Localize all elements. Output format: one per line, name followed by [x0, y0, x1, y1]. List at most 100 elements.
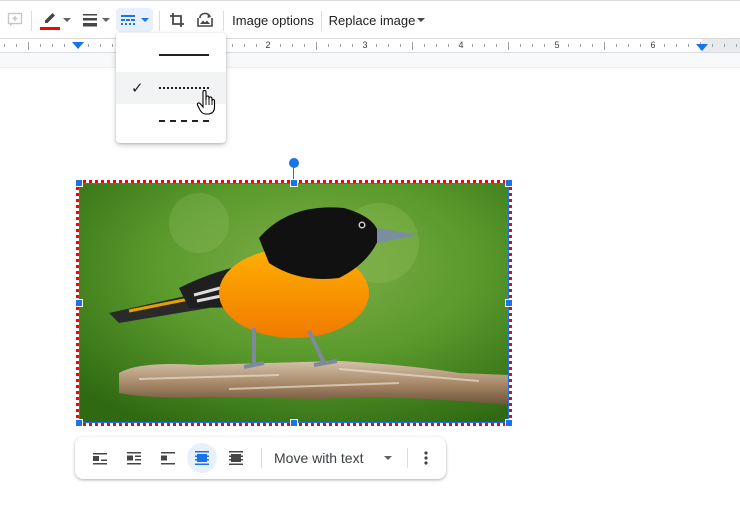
- ruler-tick: [472, 44, 473, 47]
- wrap-inline-icon: [93, 453, 107, 465]
- wrap-text-icon: [127, 452, 141, 465]
- ruler-tick: [568, 44, 569, 47]
- chevron-down-icon: [102, 18, 110, 22]
- resize-handle-bottom[interactable]: [290, 419, 298, 427]
- ruler-tick: [112, 44, 113, 47]
- break-text-button[interactable]: [153, 443, 183, 473]
- border-color-button[interactable]: [38, 8, 72, 32]
- left-indent-marker[interactable]: [72, 42, 84, 49]
- wrap-text-button[interactable]: [119, 443, 149, 473]
- position-dropdown-label[interactable]: Move with text: [274, 450, 363, 466]
- horizontal-ruler[interactable]: 2 3 4 5 6: [0, 38, 740, 53]
- resize-handle-left[interactable]: [75, 299, 83, 307]
- selection-outline: [79, 183, 509, 423]
- add-comment-icon: [7, 12, 23, 27]
- ruler-tick: [40, 44, 41, 47]
- border-weight-button[interactable]: [80, 8, 112, 32]
- image-toolbar-top: Image options Replace image: [0, 0, 740, 38]
- ruler-tick: [280, 44, 281, 47]
- ruler-number: 6: [650, 40, 656, 50]
- image-options-label: Image options: [232, 12, 314, 28]
- resize-handle-top[interactable]: [290, 179, 298, 187]
- ruler-tick: [64, 44, 65, 47]
- resize-handle-right[interactable]: [505, 299, 513, 307]
- dash-option-solid[interactable]: [116, 39, 226, 71]
- ruler-tick: [256, 44, 257, 47]
- resize-handle-bottom-right[interactable]: [505, 419, 513, 427]
- resize-handle-bottom-left[interactable]: [75, 419, 83, 427]
- ruler-tick: [316, 42, 317, 50]
- ruler-tick: [424, 44, 425, 47]
- ruler-tick: [736, 44, 737, 47]
- ruler-tick: [340, 44, 341, 47]
- ruler-bottom-band: [0, 53, 740, 68]
- ruler-tick: [400, 44, 401, 47]
- ruler-tick: [484, 44, 485, 47]
- border-dash-button[interactable]: [116, 8, 153, 32]
- replace-image-button[interactable]: Replace image: [328, 8, 426, 32]
- image-options-button[interactable]: Image options: [230, 8, 316, 32]
- ruler-tick: [244, 44, 245, 47]
- ruler-tick: [304, 44, 305, 47]
- ruler-tick: [676, 44, 677, 47]
- ruler-tick: [688, 44, 689, 47]
- resize-handle-top-left[interactable]: [75, 179, 83, 187]
- ruler-tick: [580, 44, 581, 47]
- ruler-tick: [724, 44, 725, 47]
- crop-icon: [170, 13, 184, 27]
- chevron-down-icon: [141, 18, 149, 22]
- break-text-icon: [161, 452, 175, 465]
- resize-handle-top-right[interactable]: [505, 179, 513, 187]
- line-dash-icon: [121, 15, 135, 25]
- more-vert-icon: [424, 451, 428, 465]
- line-weight-icon: [83, 14, 97, 27]
- ruler-tick: [664, 44, 665, 47]
- pencil-icon: [45, 13, 55, 23]
- ruler-tick: [52, 44, 53, 47]
- ruler-tick: [604, 42, 605, 50]
- ruler-tick: [28, 42, 29, 50]
- ruler-tick: [352, 44, 353, 47]
- ruler-number: 4: [458, 40, 464, 50]
- right-indent-marker[interactable]: [696, 44, 708, 51]
- toolbar-divider: [261, 448, 262, 468]
- ruler-tick: [292, 44, 293, 47]
- ruler-tick: [4, 44, 5, 47]
- ruler-number: 3: [362, 40, 368, 50]
- position-dropdown-chevron-icon[interactable]: [384, 456, 392, 460]
- ruler-tick: [508, 42, 509, 50]
- ruler-tick: [628, 44, 629, 47]
- reset-image-icon: [197, 12, 213, 27]
- ruler-tick: [328, 44, 329, 47]
- ruler-tick: [616, 44, 617, 47]
- ruler-tick: [412, 42, 413, 50]
- rotate-handle[interactable]: [289, 158, 299, 168]
- ruler-tick: [388, 44, 389, 47]
- in-front-of-text-button[interactable]: [221, 443, 251, 473]
- solid-line-icon: [159, 54, 209, 56]
- ruler-tick: [376, 44, 377, 47]
- wrap-inline-button[interactable]: [85, 443, 115, 473]
- add-comment-button[interactable]: [6, 8, 24, 32]
- ruler-tick: [640, 44, 641, 47]
- ruler-tick: [232, 44, 233, 47]
- crop-button[interactable]: [166, 8, 188, 32]
- border-color-swatch: [40, 27, 60, 30]
- ruler-tick: [88, 44, 89, 47]
- ruler-number: 2: [265, 40, 271, 50]
- more-options-button[interactable]: [412, 443, 440, 473]
- ruler-tick: [436, 44, 437, 47]
- ruler-tick: [448, 44, 449, 47]
- hand-pointer-cursor-icon: [196, 90, 216, 115]
- chevron-down-icon: [417, 18, 426, 22]
- toolbar-divider: [31, 11, 32, 31]
- toolbar-divider: [223, 11, 224, 31]
- behind-text-button[interactable]: [187, 443, 217, 473]
- ruler-tick: [16, 44, 17, 47]
- ruler-tick: [712, 44, 713, 47]
- ruler-tick: [496, 44, 497, 47]
- ruler-number: 5: [554, 40, 560, 50]
- dashed-line-icon: [159, 120, 209, 122]
- reset-image-button[interactable]: [194, 8, 216, 32]
- border-dash-menu: ✓: [116, 33, 226, 143]
